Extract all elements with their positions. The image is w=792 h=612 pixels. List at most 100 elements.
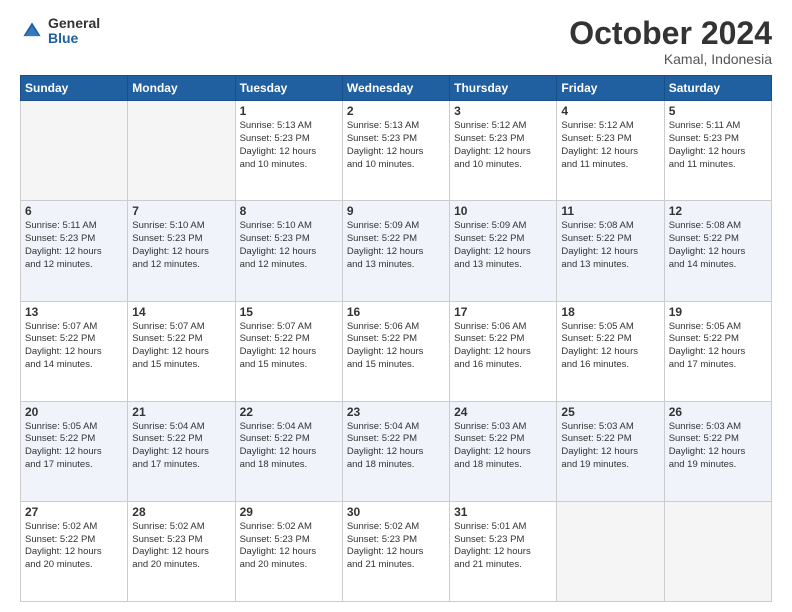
day-number: 17 bbox=[454, 305, 552, 319]
day-number: 20 bbox=[25, 405, 123, 419]
day-info: Sunrise: 5:07 AM Sunset: 5:22 PM Dayligh… bbox=[240, 321, 338, 372]
calendar-cell bbox=[21, 101, 128, 201]
calendar-cell: 6 Sunrise: 5:11 AM Sunset: 5:23 PM Daylig… bbox=[21, 201, 128, 301]
calendar-cell: 9 Sunrise: 5:09 AM Sunset: 5:22 PM Daylig… bbox=[342, 201, 449, 301]
day-info: Sunrise: 5:01 AM Sunset: 5:23 PM Dayligh… bbox=[454, 521, 552, 572]
calendar-cell: 21 Sunrise: 5:04 AM Sunset: 5:22 PM Dayli… bbox=[128, 401, 235, 501]
day-number: 26 bbox=[669, 405, 767, 419]
calendar-cell bbox=[128, 101, 235, 201]
weekday-header-saturday: Saturday bbox=[664, 76, 771, 101]
calendar-cell: 4 Sunrise: 5:12 AM Sunset: 5:23 PM Daylig… bbox=[557, 101, 664, 201]
day-info: Sunrise: 5:05 AM Sunset: 5:22 PM Dayligh… bbox=[669, 321, 767, 372]
weekday-header-friday: Friday bbox=[557, 76, 664, 101]
calendar-cell: 10 Sunrise: 5:09 AM Sunset: 5:22 PM Dayli… bbox=[450, 201, 557, 301]
weekday-header-row: SundayMondayTuesdayWednesdayThursdayFrid… bbox=[21, 76, 772, 101]
day-info: Sunrise: 5:08 AM Sunset: 5:22 PM Dayligh… bbox=[561, 220, 659, 271]
logo-general: General bbox=[48, 16, 100, 31]
day-number: 9 bbox=[347, 204, 445, 218]
calendar-cell: 16 Sunrise: 5:06 AM Sunset: 5:22 PM Dayli… bbox=[342, 301, 449, 401]
day-info: Sunrise: 5:07 AM Sunset: 5:22 PM Dayligh… bbox=[25, 321, 123, 372]
day-number: 2 bbox=[347, 104, 445, 118]
day-number: 16 bbox=[347, 305, 445, 319]
calendar-cell: 3 Sunrise: 5:12 AM Sunset: 5:23 PM Daylig… bbox=[450, 101, 557, 201]
day-info: Sunrise: 5:03 AM Sunset: 5:22 PM Dayligh… bbox=[454, 421, 552, 472]
calendar-cell: 19 Sunrise: 5:05 AM Sunset: 5:22 PM Dayli… bbox=[664, 301, 771, 401]
day-info: Sunrise: 5:04 AM Sunset: 5:22 PM Dayligh… bbox=[132, 421, 230, 472]
calendar-table: SundayMondayTuesdayWednesdayThursdayFrid… bbox=[20, 75, 772, 602]
day-number: 6 bbox=[25, 204, 123, 218]
day-info: Sunrise: 5:03 AM Sunset: 5:22 PM Dayligh… bbox=[561, 421, 659, 472]
calendar-cell: 23Sunrise: 5:04 AM Sunset: 5:22 PM Dayli… bbox=[342, 401, 449, 501]
month-title: October 2024 bbox=[569, 16, 772, 51]
weekday-header-wednesday: Wednesday bbox=[342, 76, 449, 101]
calendar-cell: 14Sunrise: 5:07 AM Sunset: 5:22 PM Dayli… bbox=[128, 301, 235, 401]
calendar-cell: 26Sunrise: 5:03 AM Sunset: 5:22 PM Dayli… bbox=[664, 401, 771, 501]
day-info: Sunrise: 5:06 AM Sunset: 5:22 PM Dayligh… bbox=[347, 321, 445, 372]
title-block: October 2024 Kamal, Indonesia bbox=[569, 16, 772, 67]
day-info: Sunrise: 5:11 AM Sunset: 5:23 PM Dayligh… bbox=[25, 220, 123, 271]
location: Kamal, Indonesia bbox=[569, 51, 772, 67]
page: General Blue October 2024 Kamal, Indones… bbox=[0, 0, 792, 612]
calendar-cell: 24Sunrise: 5:03 AM Sunset: 5:22 PM Dayli… bbox=[450, 401, 557, 501]
calendar-cell: 30 Sunrise: 5:02 AM Sunset: 5:23 PM Dayli… bbox=[342, 501, 449, 601]
day-number: 22 bbox=[240, 405, 338, 419]
day-number: 10 bbox=[454, 204, 552, 218]
logo-text: General Blue bbox=[48, 16, 100, 47]
day-number: 19 bbox=[669, 305, 767, 319]
day-number: 1 bbox=[240, 104, 338, 118]
weekday-header-sunday: Sunday bbox=[21, 76, 128, 101]
day-info: Sunrise: 5:02 AM Sunset: 5:23 PM Dayligh… bbox=[347, 521, 445, 572]
calendar-cell: 22 Sunrise: 5:04 AM Sunset: 5:22 PM Dayli… bbox=[235, 401, 342, 501]
day-info: Sunrise: 5:06 AM Sunset: 5:22 PM Dayligh… bbox=[454, 321, 552, 372]
calendar-cell: 5Sunrise: 5:11 AM Sunset: 5:23 PM Daylig… bbox=[664, 101, 771, 201]
calendar-cell: 20 Sunrise: 5:05 AM Sunset: 5:22 PM Dayli… bbox=[21, 401, 128, 501]
day-number: 25 bbox=[561, 405, 659, 419]
day-number: 11 bbox=[561, 204, 659, 218]
day-info: Sunrise: 5:09 AM Sunset: 5:22 PM Dayligh… bbox=[454, 220, 552, 271]
day-number: 21 bbox=[132, 405, 230, 419]
logo-icon bbox=[20, 19, 44, 43]
calendar-cell: 12Sunrise: 5:08 AM Sunset: 5:22 PM Dayli… bbox=[664, 201, 771, 301]
calendar-cell: 1Sunrise: 5:13 AM Sunset: 5:23 PM Daylig… bbox=[235, 101, 342, 201]
weekday-header-thursday: Thursday bbox=[450, 76, 557, 101]
week-row-1: 1 Sunrise: 5:13 AM Sunset: 5:23 PM Daylig… bbox=[21, 101, 772, 201]
day-number: 13 bbox=[25, 305, 123, 319]
logo-blue: Blue bbox=[48, 31, 100, 46]
calendar-cell: 13 Sunrise: 5:07 AM Sunset: 5:22 PM Dayli… bbox=[21, 301, 128, 401]
calendar-cell: 15 Sunrise: 5:07 AM Sunset: 5:22 PM Dayli… bbox=[235, 301, 342, 401]
day-info: Sunrise: 5:12 AM Sunset: 5:23 PM Dayligh… bbox=[561, 120, 659, 171]
day-info: Sunrise: 5:02 AM Sunset: 5:22 PM Dayligh… bbox=[25, 521, 123, 572]
calendar-cell: 2 Sunrise: 5:13 AM Sunset: 5:23 PM Daylig… bbox=[342, 101, 449, 201]
day-info: Sunrise: 5:05 AM Sunset: 5:22 PM Dayligh… bbox=[25, 421, 123, 472]
calendar-cell bbox=[664, 501, 771, 601]
day-number: 4 bbox=[561, 104, 659, 118]
day-number: 30 bbox=[347, 505, 445, 519]
day-number: 27 bbox=[25, 505, 123, 519]
calendar-cell: 27 Sunrise: 5:02 AM Sunset: 5:22 PM Dayli… bbox=[21, 501, 128, 601]
calendar-cell bbox=[557, 501, 664, 601]
day-number: 15 bbox=[240, 305, 338, 319]
day-number: 3 bbox=[454, 104, 552, 118]
day-number: 14 bbox=[132, 305, 230, 319]
calendar-cell: 25 Sunrise: 5:03 AM Sunset: 5:22 PM Dayli… bbox=[557, 401, 664, 501]
day-info: Sunrise: 5:09 AM Sunset: 5:22 PM Dayligh… bbox=[347, 220, 445, 271]
week-row-3: 13 Sunrise: 5:07 AM Sunset: 5:22 PM Dayli… bbox=[21, 301, 772, 401]
day-info: Sunrise: 5:13 AM Sunset: 5:23 PM Dayligh… bbox=[347, 120, 445, 171]
day-info: Sunrise: 5:10 AM Sunset: 5:23 PM Dayligh… bbox=[132, 220, 230, 271]
week-row-5: 27 Sunrise: 5:02 AM Sunset: 5:22 PM Dayli… bbox=[21, 501, 772, 601]
day-number: 18 bbox=[561, 305, 659, 319]
calendar-cell: 18Sunrise: 5:05 AM Sunset: 5:22 PM Dayli… bbox=[557, 301, 664, 401]
day-info: Sunrise: 5:02 AM Sunset: 5:23 PM Dayligh… bbox=[132, 521, 230, 572]
calendar-cell: 11 Sunrise: 5:08 AM Sunset: 5:22 PM Dayli… bbox=[557, 201, 664, 301]
weekday-header-tuesday: Tuesday bbox=[235, 76, 342, 101]
calendar-cell: 29Sunrise: 5:02 AM Sunset: 5:23 PM Dayli… bbox=[235, 501, 342, 601]
day-number: 8 bbox=[240, 204, 338, 218]
day-number: 7 bbox=[132, 204, 230, 218]
day-info: Sunrise: 5:04 AM Sunset: 5:22 PM Dayligh… bbox=[240, 421, 338, 472]
week-row-4: 20 Sunrise: 5:05 AM Sunset: 5:22 PM Dayli… bbox=[21, 401, 772, 501]
day-info: Sunrise: 5:10 AM Sunset: 5:23 PM Dayligh… bbox=[240, 220, 338, 271]
day-info: Sunrise: 5:12 AM Sunset: 5:23 PM Dayligh… bbox=[454, 120, 552, 171]
calendar-cell: 8 Sunrise: 5:10 AM Sunset: 5:23 PM Daylig… bbox=[235, 201, 342, 301]
week-row-2: 6 Sunrise: 5:11 AM Sunset: 5:23 PM Daylig… bbox=[21, 201, 772, 301]
header: General Blue October 2024 Kamal, Indones… bbox=[20, 16, 772, 67]
